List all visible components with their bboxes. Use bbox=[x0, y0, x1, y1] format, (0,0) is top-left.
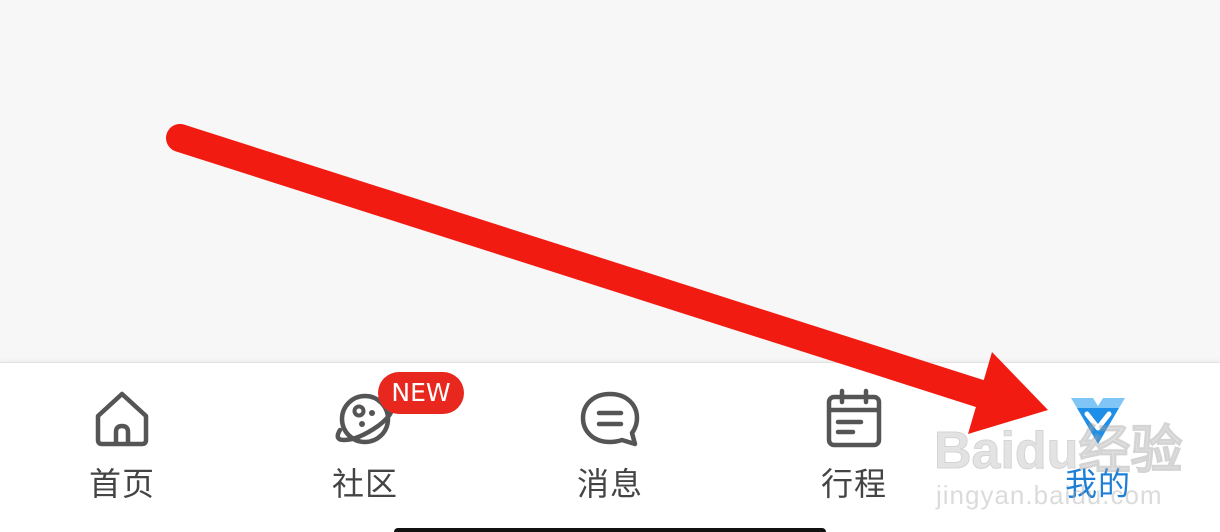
home-indicator[interactable] bbox=[394, 528, 826, 532]
app-screen: 首页 社区 消息 行程 我的 NEW Baidu经验 jingyan.baidu… bbox=[0, 0, 1220, 532]
baidu-jingyan-watermark: Baidu经验 jingyan.baidu.com bbox=[930, 418, 1220, 528]
watermark-site: jingyan.baidu.com bbox=[936, 480, 1163, 510]
watermark-brand: Baidu经验 bbox=[933, 422, 1183, 481]
